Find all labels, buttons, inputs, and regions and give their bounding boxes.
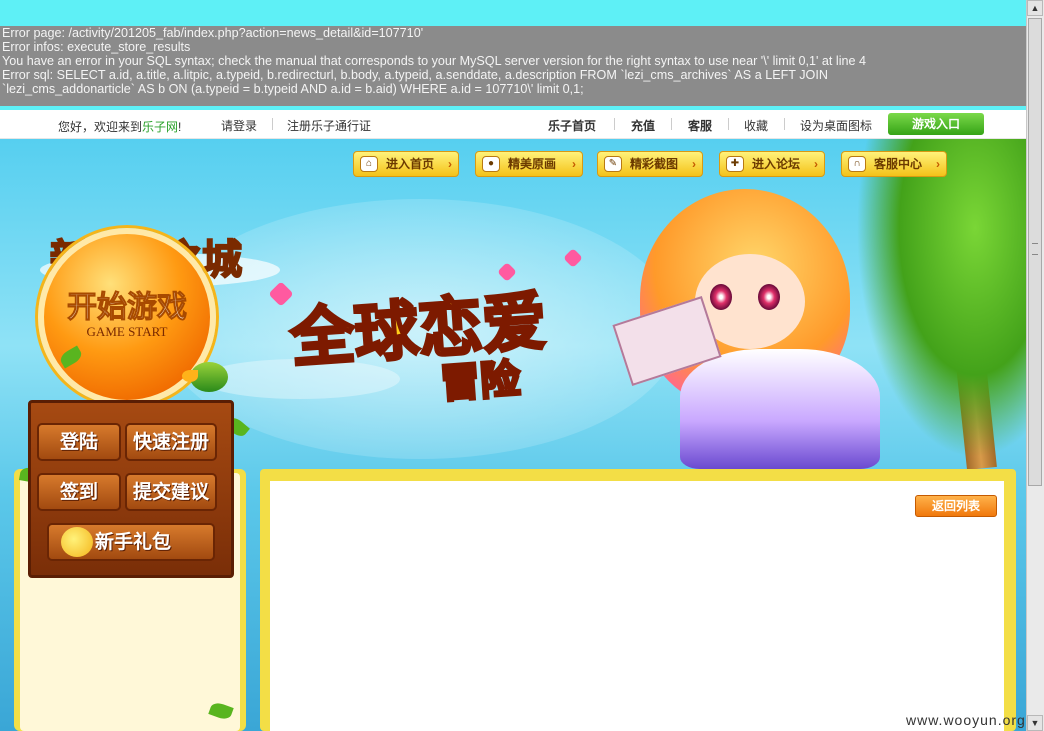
login-button[interactable]: 登陆 bbox=[37, 423, 121, 461]
greeting-text: 您好，欢迎来到 bbox=[58, 120, 143, 134]
service-link[interactable]: 客服 bbox=[688, 117, 712, 134]
slogan: 全球恋爱 冒险 bbox=[287, 279, 610, 419]
scrollbar-thumb[interactable] bbox=[1028, 18, 1042, 486]
parrot-beak bbox=[182, 370, 198, 382]
chick-icon bbox=[61, 527, 93, 557]
quick-register-button[interactable]: 快速注册 bbox=[125, 423, 217, 461]
nav-home-button[interactable]: ⌂ 进入首页 › bbox=[353, 151, 459, 177]
divider bbox=[671, 118, 672, 130]
favorite-link[interactable]: 收藏 bbox=[744, 117, 768, 134]
scroll-down-icon[interactable]: ▼ bbox=[1027, 715, 1043, 731]
scroll-up-icon[interactable]: ▲ bbox=[1027, 0, 1043, 16]
nav-artwork-button[interactable]: ● 精美原画 › bbox=[475, 151, 583, 177]
nav-support-button[interactable]: ∩ 客服中心 › bbox=[841, 151, 947, 177]
error-line: You have an error in your SQL syntax; ch… bbox=[2, 54, 867, 68]
slogan-line-2: 冒险 bbox=[437, 355, 523, 409]
divider bbox=[614, 118, 615, 130]
chevron-right-icon: › bbox=[936, 157, 940, 171]
desktop-icon-link[interactable]: 设为桌面图标 bbox=[800, 117, 872, 134]
article-content: 返回列表 bbox=[270, 481, 1004, 731]
newbie-gift-button[interactable]: 新手礼包 bbox=[47, 523, 215, 561]
nav-label: 进入论坛 bbox=[752, 157, 801, 171]
chevron-right-icon: › bbox=[692, 157, 696, 171]
game-entry-button[interactable]: 游戏入口 bbox=[888, 113, 984, 135]
divider bbox=[784, 118, 785, 130]
character-eye bbox=[758, 284, 780, 310]
lock-icon: ● bbox=[482, 156, 500, 172]
error-line: Error infos: execute_store_results bbox=[2, 40, 191, 54]
error-line: `lezi_cms_addonarticle` AS b ON (a.typei… bbox=[2, 82, 584, 96]
login-link[interactable]: 请登录 bbox=[221, 117, 257, 134]
site-name-link[interactable]: 乐子网 bbox=[142, 120, 178, 134]
character-illustration bbox=[610, 179, 910, 471]
nav-screenshots-button[interactable]: ✎ 精彩截图 › bbox=[597, 151, 703, 177]
chevron-right-icon: › bbox=[448, 157, 452, 171]
error-line: Error sql: SELECT a.id, a.title, a.litpi… bbox=[2, 68, 828, 82]
greeting-exclaim: ! bbox=[178, 120, 182, 134]
nav-label: 精美原画 bbox=[508, 157, 557, 171]
parrot-icon bbox=[180, 352, 236, 400]
chevron-right-icon: › bbox=[572, 157, 576, 171]
chevron-right-icon: › bbox=[814, 157, 818, 171]
watermark: www.wooyun.org bbox=[906, 712, 1026, 728]
character-dress bbox=[680, 349, 880, 469]
home-link[interactable]: 乐子首页 bbox=[548, 117, 596, 134]
welcome-text: 您好，欢迎来到乐子网! bbox=[58, 118, 181, 135]
nav-label: 客服中心 bbox=[874, 157, 923, 171]
nav-label: 进入首页 bbox=[386, 157, 435, 171]
home-icon: ⌂ bbox=[360, 156, 378, 172]
start-label-en: GAME START bbox=[86, 324, 168, 339]
vertical-scrollbar[interactable]: ▲ ▼ bbox=[1026, 0, 1044, 731]
headset-icon: ∩ bbox=[848, 156, 866, 172]
start-label-cn: 开始游戏 bbox=[67, 290, 188, 326]
grip-icon bbox=[1032, 243, 1038, 255]
gamepad-icon: ✚ bbox=[726, 156, 744, 172]
divider bbox=[272, 118, 273, 130]
pencil-icon: ✎ bbox=[604, 156, 622, 172]
nav-label: 精彩截图 bbox=[630, 157, 679, 171]
article-panel: 返回列表 bbox=[260, 469, 1016, 731]
top-bar: 您好，欢迎来到乐子网! 请登录 注册乐子通行证 乐子首页 充值 客服 收藏 设为… bbox=[0, 110, 1026, 139]
account-board: 登陆 快速注册 签到 提交建议 新手礼包 bbox=[28, 400, 234, 578]
recharge-link[interactable]: 充值 bbox=[631, 117, 655, 134]
divider bbox=[728, 118, 729, 130]
register-link[interactable]: 注册乐子通行证 bbox=[287, 117, 371, 134]
nav-forum-button[interactable]: ✚ 进入论坛 › bbox=[719, 151, 825, 177]
character-eye bbox=[710, 284, 732, 310]
back-to-list-button[interactable]: 返回列表 bbox=[915, 495, 997, 517]
sql-error-message: Error page: /activity/201205_fab/index.p… bbox=[0, 26, 1026, 106]
checkin-button[interactable]: 签到 bbox=[37, 473, 121, 511]
suggest-button[interactable]: 提交建议 bbox=[125, 473, 217, 511]
newbie-gift-label: 新手礼包 bbox=[95, 531, 172, 553]
error-line: Error page: /activity/201205_fab/index.p… bbox=[2, 26, 424, 40]
